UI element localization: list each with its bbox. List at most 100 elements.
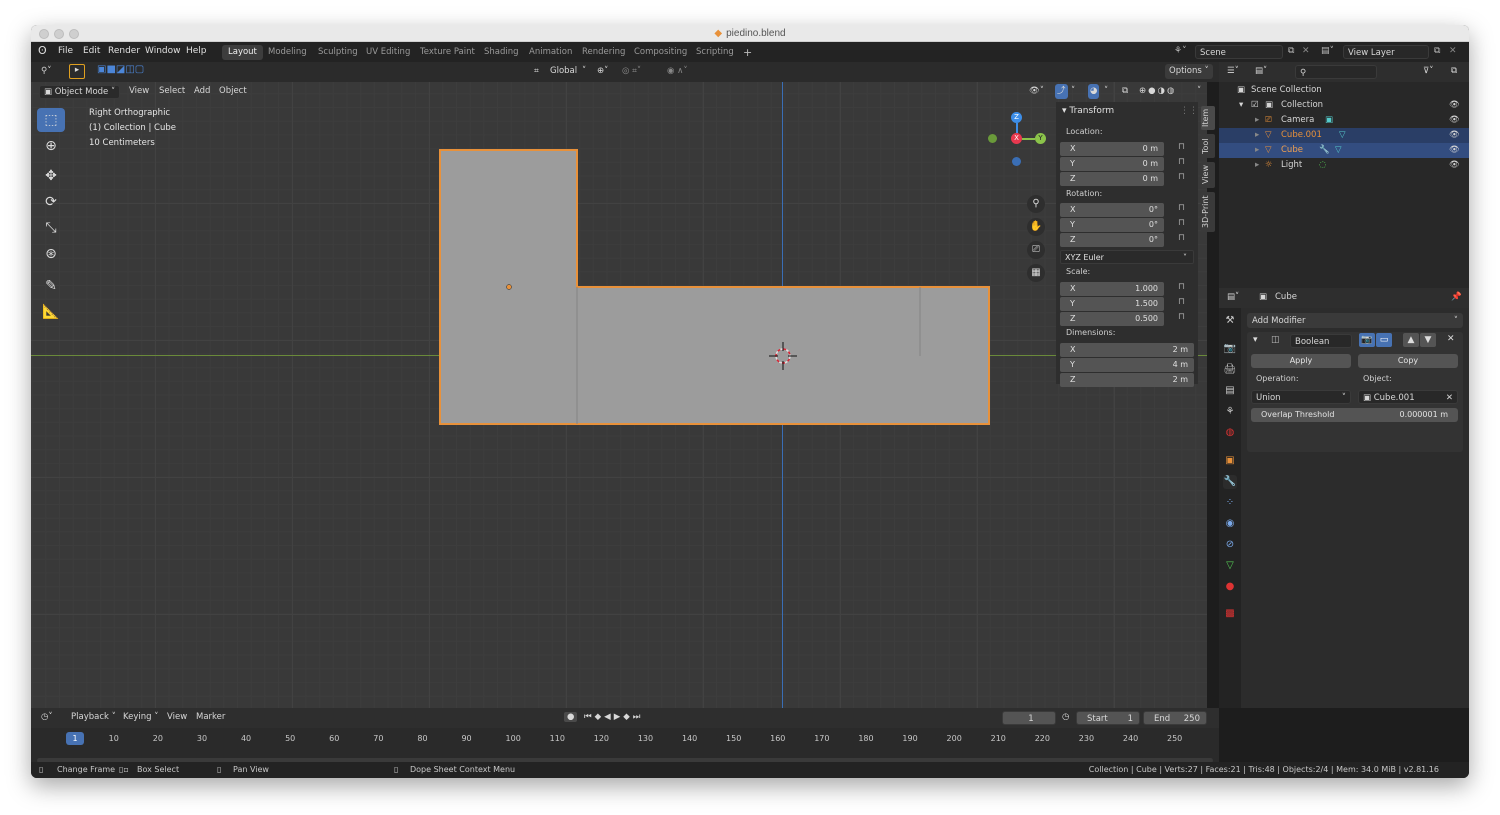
tab-rendering[interactable]: Rendering bbox=[576, 45, 631, 60]
remove-modifier-icon[interactable]: ✕ bbox=[1447, 334, 1455, 344]
pin-icon[interactable]: 📌 bbox=[1451, 292, 1462, 302]
x-axis-gizmo[interactable]: X bbox=[1011, 133, 1022, 144]
wrench-icon[interactable]: 🔧 bbox=[1319, 143, 1330, 158]
overlap-threshold-field[interactable]: Overlap Threshold 0.000001 m bbox=[1251, 408, 1458, 422]
proportional-edit-icon[interactable]: ◉ ∧˅ bbox=[667, 66, 688, 76]
rotation-y-field[interactable]: Y 0° bbox=[1060, 218, 1164, 232]
mode-dropdown[interactable]: ▣ Object Mode ˅ bbox=[39, 85, 121, 99]
delete-view-layer-icon[interactable]: ✕ bbox=[1449, 46, 1457, 56]
start-frame-field[interactable]: Start 1 bbox=[1076, 711, 1140, 725]
3d-cursor-icon[interactable] bbox=[769, 342, 797, 370]
lock-icon[interactable]: ⊓ bbox=[1178, 218, 1185, 228]
xray-toggle-icon[interactable]: ⧉ bbox=[1122, 86, 1128, 96]
display-mode-icon[interactable]: ▤˅ bbox=[1255, 66, 1267, 76]
show-in-viewport-icon[interactable]: ▭ bbox=[1376, 333, 1392, 347]
scene-properties-icon[interactable]: ⚘ bbox=[1223, 405, 1237, 419]
outliner-collection[interactable]: ▾ ☑ ▣ Collection 👁 bbox=[1219, 98, 1469, 113]
navigation-gizmo[interactable]: Z X Y bbox=[986, 104, 1046, 166]
scale-y-field[interactable]: Y 1.500 bbox=[1060, 297, 1164, 311]
playback-menu[interactable]: Playback ˅ bbox=[71, 712, 116, 722]
mesh-data-icon[interactable]: ▽ bbox=[1335, 143, 1342, 158]
data-properties-icon[interactable]: ▽ bbox=[1223, 559, 1237, 573]
lock-icon[interactable]: ⊓ bbox=[1178, 172, 1185, 182]
overlays-toggle-icon[interactable]: ◕ bbox=[1088, 84, 1100, 99]
tab-sculpting[interactable]: Sculpting bbox=[312, 45, 364, 60]
outliner-editor-type-icon[interactable]: ☰˅ bbox=[1227, 66, 1239, 76]
menu-edit[interactable]: Edit bbox=[83, 46, 100, 56]
location-y-field[interactable]: Y0 m bbox=[1060, 157, 1164, 171]
scale-x-field[interactable]: X 1.000 bbox=[1060, 282, 1164, 296]
outliner-item-cube[interactable]: ▸ ▽ Cube 🔧 ▽ 👁 bbox=[1219, 143, 1469, 158]
view-layer-icon[interactable]: ▤˅ bbox=[1321, 46, 1334, 56]
end-frame-field[interactable]: End 250 bbox=[1143, 711, 1207, 725]
scale-z-field[interactable]: Z 0.500 bbox=[1060, 312, 1164, 326]
material-properties-icon[interactable]: ● bbox=[1223, 580, 1237, 594]
collapse-arrow-icon[interactable]: ▾ bbox=[1253, 335, 1258, 345]
timeline-view-menu[interactable]: View bbox=[167, 712, 187, 722]
tab-3d-print[interactable]: 3D-Print bbox=[1201, 192, 1215, 232]
location-x-field[interactable]: X0 m bbox=[1060, 142, 1164, 156]
visibility-icon[interactable]: 👁˅ bbox=[1029, 86, 1044, 96]
new-view-layer-icon[interactable]: ⧉ bbox=[1434, 46, 1440, 56]
menu-help[interactable]: Help bbox=[186, 46, 207, 56]
transform-panel-header[interactable]: ▾ Transform bbox=[1062, 106, 1114, 116]
copy-button[interactable]: Copy bbox=[1358, 354, 1458, 368]
rotate-tool-icon[interactable]: ⟳ bbox=[37, 190, 65, 214]
lock-icon[interactable]: ⊓ bbox=[1178, 203, 1185, 213]
eye-icon[interactable]: 👁 bbox=[1449, 98, 1460, 113]
current-frame-field[interactable]: 1 bbox=[1002, 711, 1056, 725]
physics-properties-icon[interactable]: ◉ bbox=[1223, 517, 1237, 531]
annotate-tool-icon[interactable]: ✎ bbox=[37, 274, 65, 298]
select-box-tool-icon[interactable]: ▸ bbox=[69, 64, 85, 79]
selected-mesh[interactable] bbox=[31, 82, 1207, 708]
outliner-item-camera[interactable]: ▸ ⎚ Camera ▣ 👁 bbox=[1219, 113, 1469, 128]
rotation-x-field[interactable]: X 0° bbox=[1060, 203, 1164, 217]
new-scene-icon[interactable]: ⧉ bbox=[1288, 46, 1294, 56]
add-modifier-dropdown[interactable]: Add Modifier ˅ bbox=[1247, 313, 1463, 328]
tab-tool[interactable]: Tool bbox=[1201, 134, 1215, 158]
eye-icon[interactable]: 👁 bbox=[1449, 113, 1460, 128]
lock-icon[interactable]: ⊓ bbox=[1178, 282, 1185, 292]
particle-properties-icon[interactable]: ⁘ bbox=[1223, 496, 1237, 510]
tab-texture-paint[interactable]: Texture Paint bbox=[414, 45, 481, 60]
dimensions-z-field[interactable]: Z2 m bbox=[1060, 373, 1194, 387]
lock-icon[interactable]: ⊓ bbox=[1178, 233, 1185, 243]
tab-uv-editing[interactable]: UV Editing bbox=[360, 45, 416, 60]
viewport-menu-add[interactable]: Add bbox=[194, 86, 210, 96]
blender-logo-icon[interactable]: ʘ bbox=[38, 44, 47, 57]
neg-y-axis-gizmo[interactable] bbox=[988, 134, 997, 143]
mesh-data-icon[interactable]: ▽ bbox=[1339, 128, 1346, 143]
lock-icon[interactable]: ⊓ bbox=[1178, 142, 1185, 152]
selection-mode-icons[interactable]: ▣■◪◫▢ bbox=[97, 64, 144, 75]
tab-scripting[interactable]: Scripting bbox=[690, 45, 740, 60]
expand-arrow-icon[interactable]: ▸ bbox=[1255, 128, 1259, 143]
target-object-field[interactable]: ▣ Cube.001 ✕ bbox=[1358, 390, 1458, 404]
eye-icon[interactable]: 👁 bbox=[1449, 128, 1460, 143]
record-icon[interactable]: ● bbox=[564, 712, 578, 722]
properties-editor-type-icon[interactable]: ▤˅ bbox=[1227, 292, 1239, 302]
eye-icon[interactable]: 👁 bbox=[1449, 143, 1460, 158]
timeline-editor-type-icon[interactable]: ◷˅ bbox=[41, 712, 53, 722]
scene-icon[interactable]: ⚘˅ bbox=[1174, 46, 1187, 56]
chevron-down-icon[interactable]: ˅ bbox=[1104, 86, 1108, 96]
tab-item[interactable]: Item bbox=[1201, 106, 1215, 130]
move-up-icon[interactable]: ▲ bbox=[1403, 333, 1419, 347]
modifier-name-field[interactable]: Boolean bbox=[1290, 334, 1352, 348]
show-in-render-icon[interactable]: 📷 bbox=[1359, 333, 1375, 347]
select-tool-icon[interactable]: ⬚ bbox=[37, 108, 65, 132]
new-collection-icon[interactable]: ⧉ bbox=[1451, 66, 1457, 76]
viewport-menu-select[interactable]: Select bbox=[159, 86, 185, 96]
lock-icon[interactable]: ⊓ bbox=[1178, 297, 1185, 307]
playback-controls-icons[interactable]: ⏮◆◀▶◆⏭ bbox=[584, 712, 643, 722]
viewport-menu-view[interactable]: View bbox=[129, 86, 149, 96]
tab-compositing[interactable]: Compositing bbox=[628, 45, 693, 60]
chevron-down-icon[interactable]: ˅ bbox=[582, 66, 586, 76]
lock-icon[interactable]: ⊓ bbox=[1178, 157, 1185, 167]
neg-z-axis-gizmo[interactable] bbox=[1012, 157, 1021, 166]
view-layer-field[interactable]: View Layer bbox=[1343, 45, 1429, 59]
chevron-down-icon[interactable]: ˅ bbox=[1197, 86, 1201, 96]
tool-properties-icon[interactable]: ⚒ bbox=[1223, 314, 1237, 328]
measure-tool-icon[interactable]: 📐 bbox=[37, 300, 65, 324]
move-down-icon[interactable]: ▼ bbox=[1420, 333, 1436, 347]
outliner-scene-collection[interactable]: ▣ Scene Collection bbox=[1219, 83, 1469, 98]
